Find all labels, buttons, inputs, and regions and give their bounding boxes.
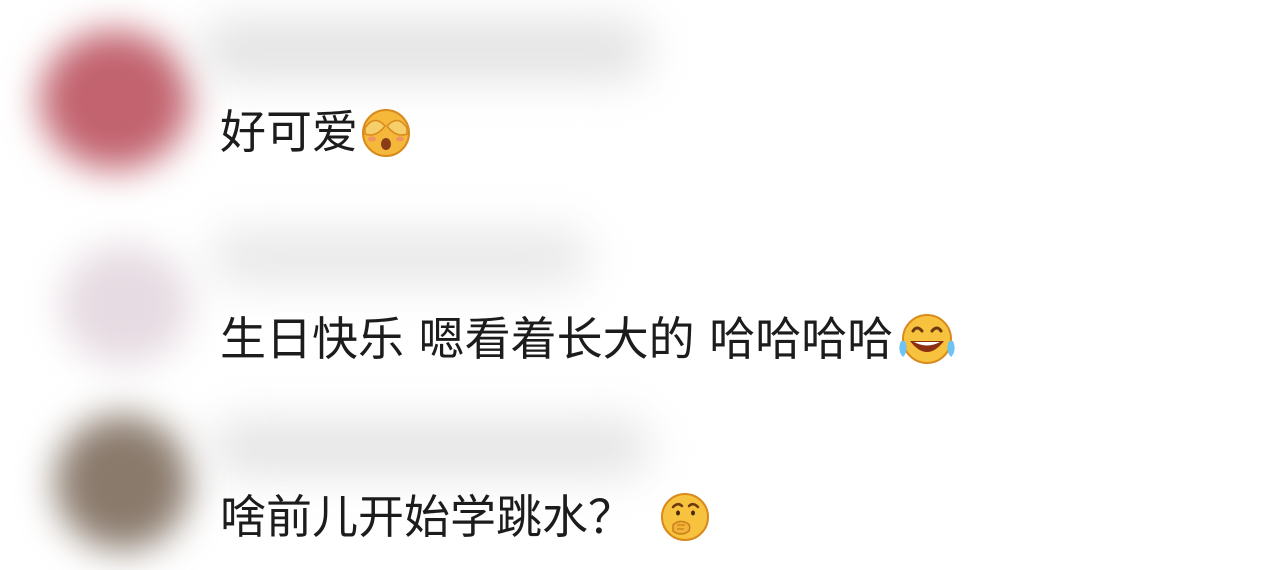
username-blurred[interactable] [210,420,650,475]
avatar[interactable] [40,30,190,170]
avatar[interactable] [55,415,190,550]
thinking-hand-on-mouth-emoji-icon [659,491,711,543]
comment-item: 啥前儿开始学跳水？ [0,395,1266,570]
username-blurred[interactable] [210,230,590,285]
comment-text-content: 啥前儿开始学跳水？ [220,490,649,544]
comment-text: 生日快乐 嗯看着长大的 哈哈哈哈 [220,309,959,369]
comment-text: 啥前儿开始学跳水？ [220,487,711,547]
comment-text: 好可爱 [220,102,412,162]
comment-item: 好可爱 [0,0,1266,190]
comment-item: 生日快乐 嗯看着长大的 哈哈哈哈 [0,195,1266,390]
avatar[interactable] [60,245,190,365]
face-covering-eyes-emoji-icon [360,106,412,158]
comment-list: 好可爱 生日快乐 嗯看着长大的 哈哈哈哈 啥前儿开始学跳水？ [0,0,1266,570]
username-blurred[interactable] [200,20,650,80]
tears-of-joy-emoji-icon [895,311,959,367]
comment-text-content: 生日快乐 嗯看着长大的 哈哈哈哈 [220,312,894,366]
comment-text-content: 好可爱 [220,105,358,159]
